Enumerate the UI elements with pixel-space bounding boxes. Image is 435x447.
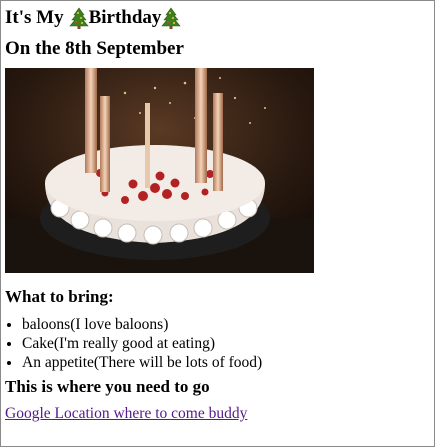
christmas-tree-icon — [68, 7, 89, 29]
page-title: It's My Birthday — [5, 6, 429, 30]
list-item: Cake(I'm really good at eating) — [22, 334, 429, 353]
bring-heading: What to bring: — [5, 287, 114, 306]
title-part-1: It's My — [5, 7, 64, 28]
title-part-2: Birthday — [88, 7, 162, 28]
event-date: On the 8th September — [5, 38, 184, 59]
birthday-cake-photo — [5, 68, 314, 273]
christmas-tree-icon — [161, 7, 182, 29]
page-content: It's My Birthday On the 8th September Wh… — [5, 6, 429, 424]
list-item: An appetite(There will be lots of food) — [22, 353, 429, 372]
bring-list: baloons(I love baloons) Cake(I'm really … — [5, 315, 429, 372]
list-item: baloons(I love baloons) — [22, 315, 429, 334]
location-heading: This is where you need to go — [5, 377, 210, 396]
google-location-link[interactable]: Google Location where to come buddy — [5, 404, 247, 424]
